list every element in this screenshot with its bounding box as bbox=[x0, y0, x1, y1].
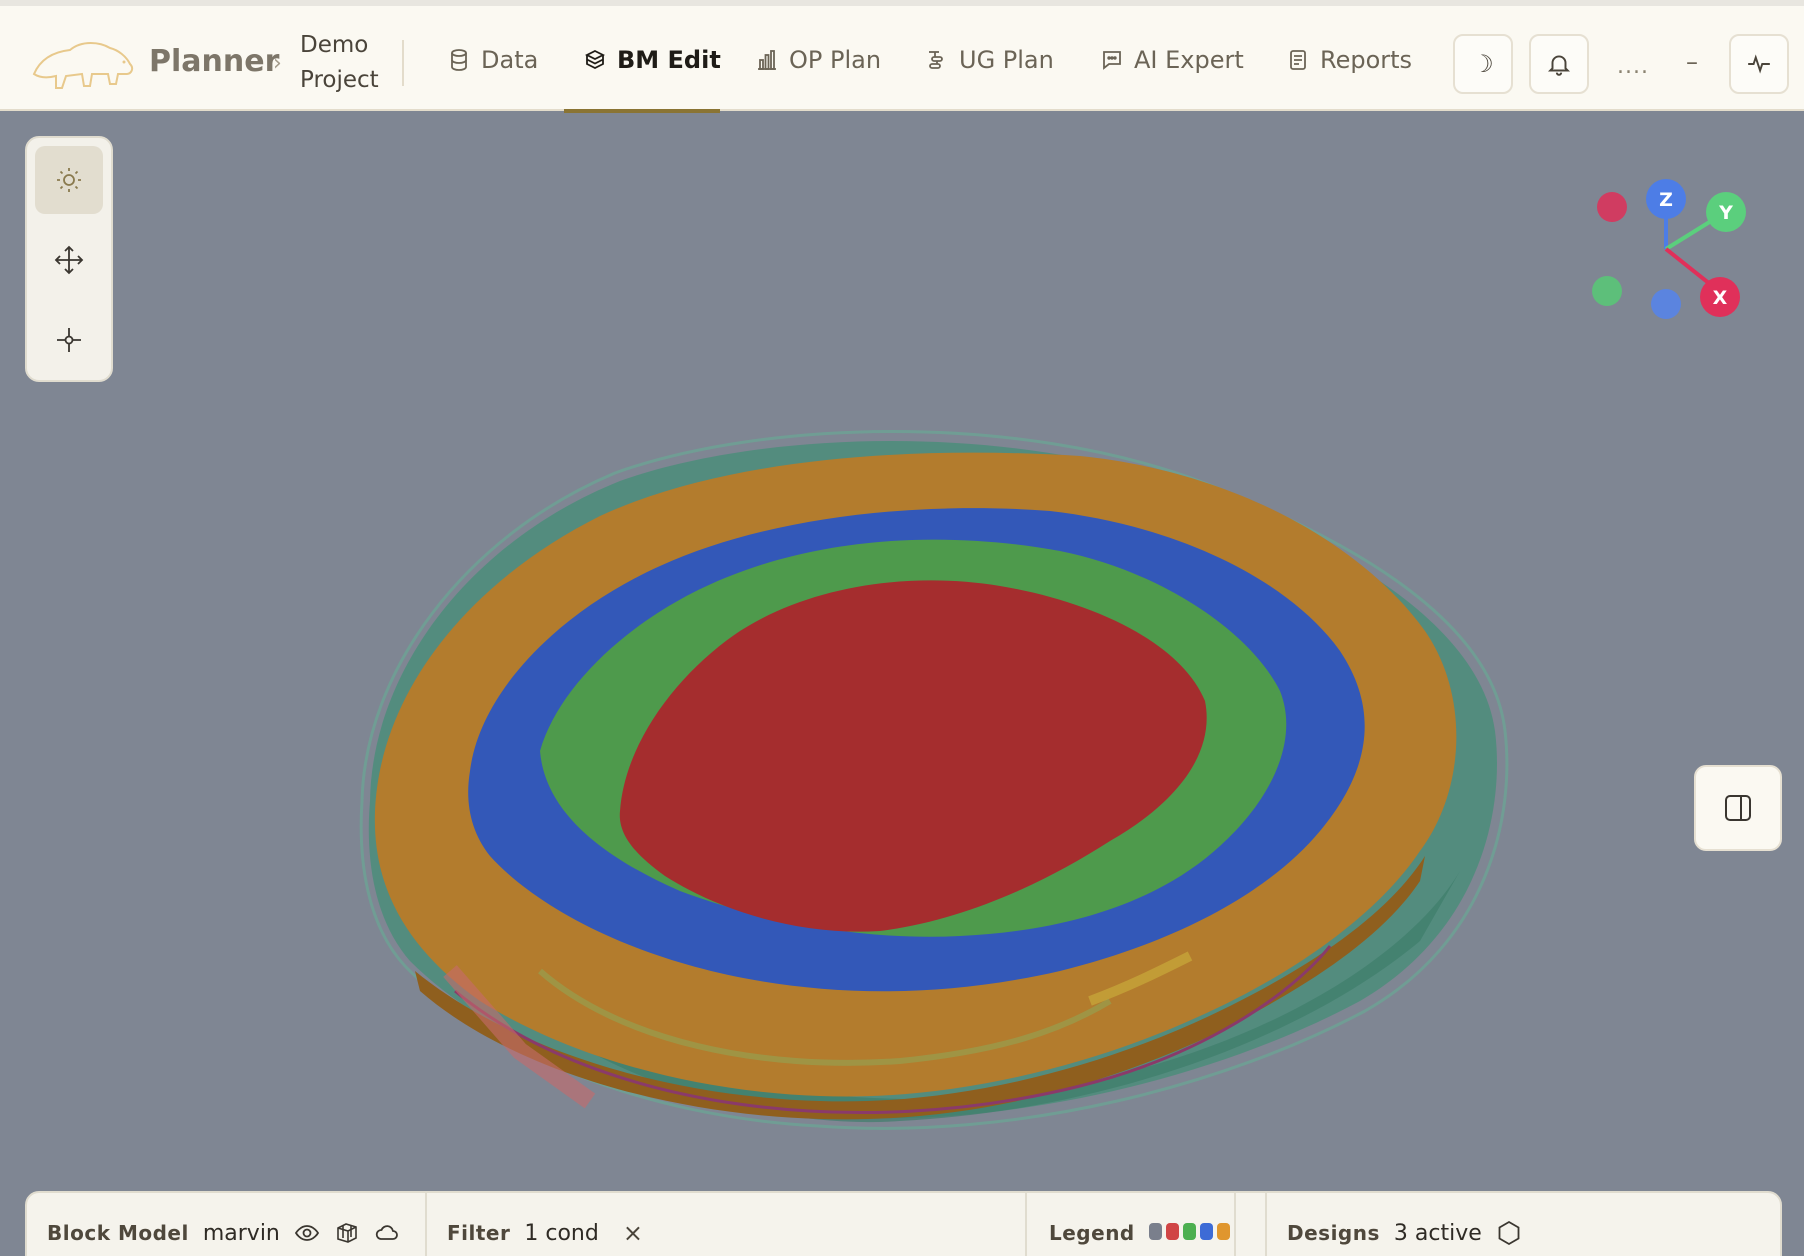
bar-chart-icon bbox=[758, 50, 776, 70]
lighting-tool-button[interactable] bbox=[35, 146, 103, 214]
moon-icon: ☽ bbox=[1472, 50, 1494, 78]
bottom-divider bbox=[1025, 1193, 1027, 1256]
legend-swatch-grey bbox=[1148, 1222, 1162, 1240]
clear-filter-button[interactable]: × bbox=[623, 1219, 643, 1247]
tab-reports-label: Reports bbox=[1320, 46, 1413, 74]
move-icon bbox=[54, 245, 84, 275]
3d-viewport[interactable] bbox=[0, 111, 1804, 1191]
tab-ug-plan-label: UG Plan bbox=[959, 46, 1054, 74]
filter-label: Filter bbox=[447, 1221, 511, 1245]
brand-name[interactable]: Planner bbox=[149, 44, 279, 79]
minimize-button[interactable]: – bbox=[1686, 48, 1698, 76]
z-axis-label: Z bbox=[1659, 189, 1673, 211]
cloud-icon bbox=[375, 1225, 398, 1240]
crosshair-icon bbox=[57, 328, 81, 352]
bottom-status-bar: Block Model marvin Filter 1 cond × Legen… bbox=[25, 1191, 1782, 1256]
legend-label: Legend bbox=[1049, 1221, 1135, 1245]
designs-section: Designs 3 active bbox=[1287, 1193, 1522, 1256]
tab-data-label: Data bbox=[481, 46, 539, 74]
polar-bear-logo-icon[interactable] bbox=[30, 34, 136, 92]
header-divider bbox=[402, 40, 404, 86]
cloud-toggle[interactable] bbox=[374, 1220, 400, 1246]
sun-icon bbox=[57, 168, 81, 192]
tab-bm-edit-label: BM Edit bbox=[617, 46, 721, 74]
bottom-divider bbox=[1265, 1193, 1267, 1256]
eye-icon bbox=[294, 1225, 319, 1241]
legend-swatches bbox=[1148, 1221, 1234, 1246]
designs-toggle[interactable] bbox=[1496, 1220, 1522, 1246]
pulse-icon bbox=[1748, 54, 1770, 74]
filter-value[interactable]: 1 cond bbox=[524, 1221, 598, 1246]
tab-ai-expert-label: AI Expert bbox=[1134, 46, 1244, 74]
designs-value[interactable]: 3 active bbox=[1394, 1221, 1482, 1246]
tab-bm-edit[interactable]: BM Edit bbox=[583, 40, 721, 80]
x-axis-label: X bbox=[1713, 287, 1728, 309]
theme-toggle-button[interactable]: ☽ bbox=[1453, 34, 1513, 94]
box-wireframe-icon bbox=[337, 1223, 357, 1243]
tab-ai-expert[interactable]: AI Expert bbox=[1100, 40, 1244, 80]
wireframe-toggle[interactable] bbox=[334, 1220, 360, 1246]
project-name[interactable]: Demo Project bbox=[300, 28, 400, 98]
neg-x-axis-dot[interactable] bbox=[1597, 192, 1627, 222]
legend-swatch-green bbox=[1182, 1222, 1196, 1240]
block-model-name[interactable]: marvin bbox=[203, 1221, 280, 1246]
axis-gizmo[interactable]: Z Y X bbox=[1586, 176, 1756, 326]
visibility-toggle[interactable] bbox=[294, 1220, 320, 1246]
chat-icon bbox=[1103, 51, 1121, 70]
bottom-divider bbox=[425, 1193, 427, 1256]
tab-data[interactable]: Data bbox=[447, 40, 538, 80]
activity-button[interactable] bbox=[1729, 34, 1789, 94]
neg-y-axis-dot[interactable] bbox=[1592, 276, 1622, 306]
more-dots[interactable]: .... bbox=[1617, 54, 1649, 79]
filter-section: Filter 1 cond × bbox=[447, 1193, 643, 1256]
pan-tool-button[interactable] bbox=[35, 226, 103, 294]
bottom-divider bbox=[1234, 1193, 1236, 1256]
legend-swatch-blue bbox=[1199, 1222, 1213, 1240]
y-axis-label: Y bbox=[1718, 202, 1733, 224]
block-model-scene[interactable] bbox=[0, 111, 1804, 1191]
breadcrumb-separator: › bbox=[273, 51, 282, 76]
designs-label: Designs bbox=[1287, 1221, 1380, 1245]
legend-section[interactable]: Legend bbox=[1049, 1193, 1234, 1256]
viewport-toolbar bbox=[25, 136, 113, 382]
tab-op-plan-label: OP Plan bbox=[789, 46, 882, 74]
cube-icon bbox=[584, 49, 606, 70]
underground-icon bbox=[929, 51, 943, 69]
report-icon bbox=[1290, 50, 1306, 70]
legend-swatch-orange bbox=[1216, 1222, 1230, 1240]
database-icon bbox=[451, 49, 467, 71]
notifications-button[interactable] bbox=[1529, 34, 1589, 94]
sidebar-icon bbox=[1725, 795, 1751, 821]
focus-tool-button[interactable] bbox=[35, 306, 103, 374]
block-model-section: Block Model marvin bbox=[47, 1193, 400, 1256]
tab-op-plan[interactable]: OP Plan bbox=[755, 40, 881, 80]
block-model-label: Block Model bbox=[47, 1221, 189, 1245]
hexagon-icon bbox=[1498, 1220, 1520, 1246]
bell-icon bbox=[1547, 55, 1571, 76]
top-header: Planner › Demo Project Data BM Edit OP P… bbox=[0, 0, 1804, 113]
tab-reports[interactable]: Reports bbox=[1286, 40, 1412, 80]
side-panel-toggle-button[interactable] bbox=[1694, 765, 1782, 851]
legend-swatch-red bbox=[1165, 1222, 1179, 1240]
neg-z-axis-dot[interactable] bbox=[1651, 289, 1681, 319]
tab-ug-plan[interactable]: UG Plan bbox=[925, 40, 1054, 80]
